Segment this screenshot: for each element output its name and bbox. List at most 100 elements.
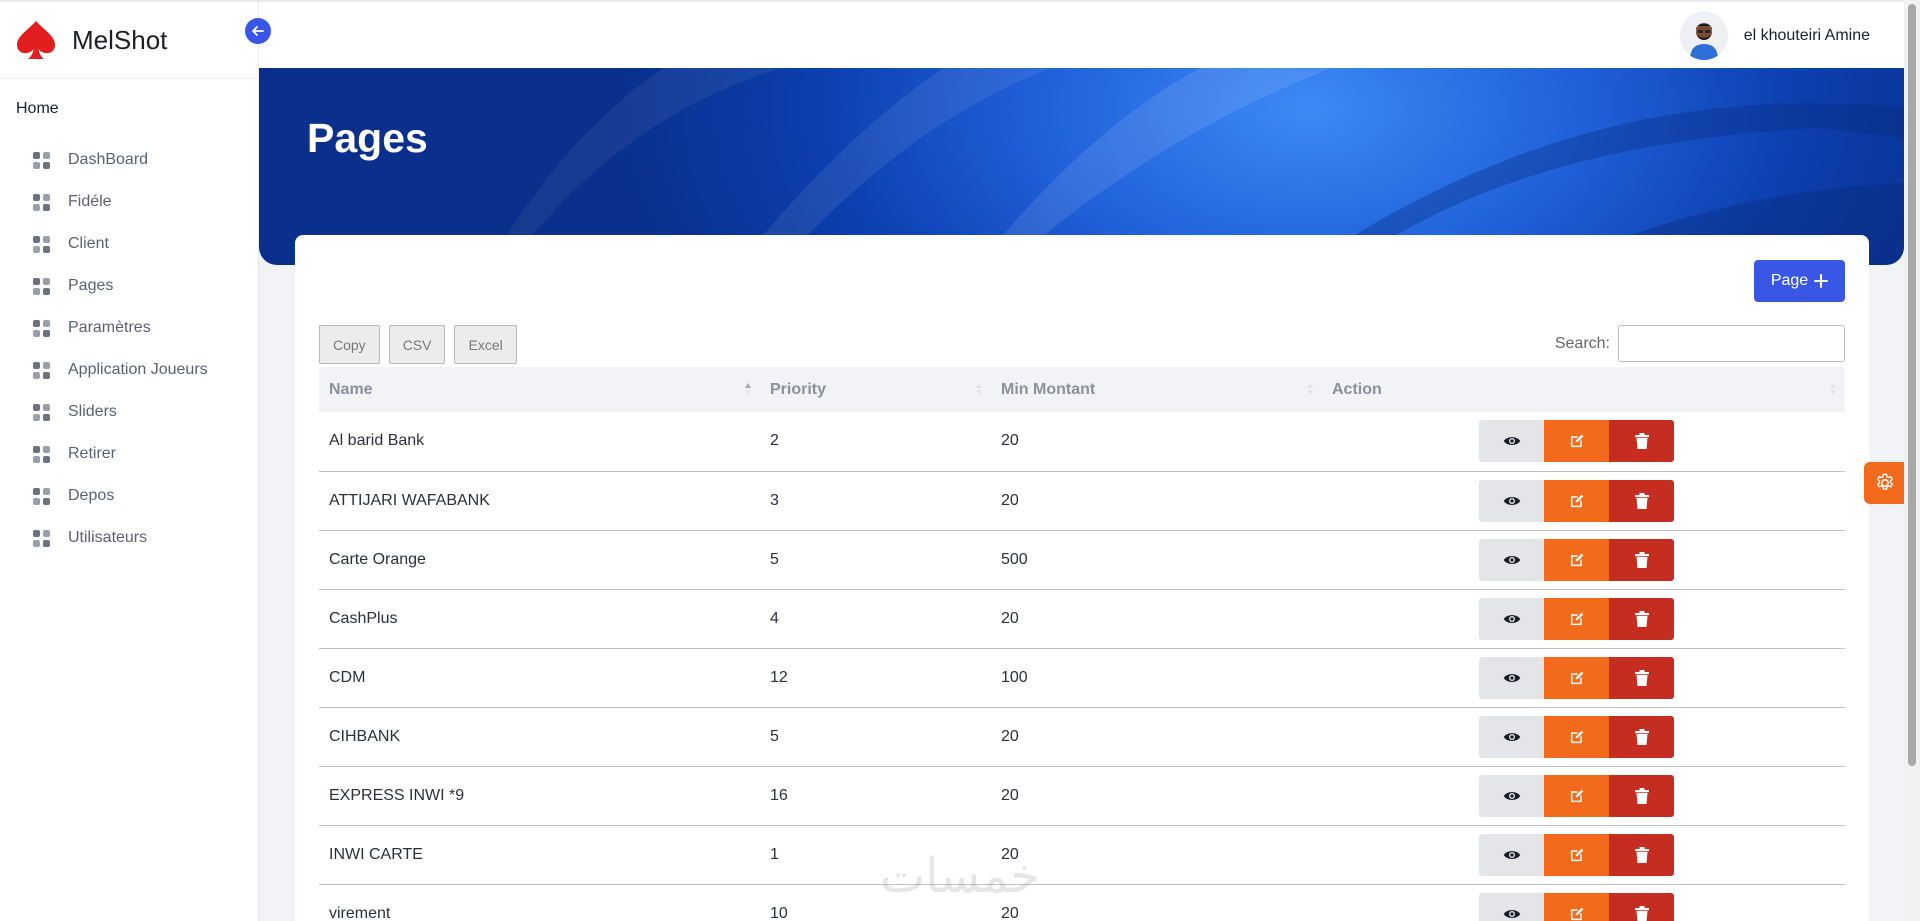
delete-button[interactable] xyxy=(1609,656,1674,699)
table-row: CashPlus 4 20 xyxy=(319,589,1845,649)
cell-min-montant: 20 xyxy=(991,766,1322,826)
sidebar-item-depos[interactable]: Depos xyxy=(0,475,258,517)
edit-button[interactable] xyxy=(1544,774,1609,817)
cell-actions xyxy=(1322,825,1845,885)
view-button[interactable] xyxy=(1479,774,1544,817)
row-actions xyxy=(1479,538,1845,581)
cell-priority: 16 xyxy=(760,766,991,826)
sidebar-item-label: Paramètres xyxy=(68,319,151,336)
watermark-logo: خمسات xyxy=(880,848,1040,904)
nav-section-home: Home xyxy=(16,100,59,117)
cell-actions xyxy=(1322,412,1845,472)
cell-min-montant: 500 xyxy=(991,530,1322,590)
delete-button[interactable] xyxy=(1609,420,1674,463)
search-input[interactable] xyxy=(1618,325,1845,362)
delete-button[interactable] xyxy=(1609,774,1674,817)
sidebar-item-label: Utilisateurs xyxy=(68,529,148,546)
eye-icon xyxy=(1503,905,1521,921)
edit-icon xyxy=(1569,788,1585,804)
column-header-label: Priority xyxy=(770,380,827,398)
cell-min-montant: 20 xyxy=(991,412,1322,472)
csv-button[interactable]: CSV xyxy=(388,325,446,364)
row-actions xyxy=(1479,715,1845,758)
column-header-action[interactable]: Action xyxy=(1322,367,1845,412)
grid-icon xyxy=(33,277,50,295)
table-row: virement 10 20 xyxy=(319,884,1845,921)
sidebar-item-label: Client xyxy=(68,235,109,252)
delete-button[interactable] xyxy=(1609,892,1674,921)
cell-name: EXPRESS INWI *9 xyxy=(319,766,760,826)
edit-button[interactable] xyxy=(1544,597,1609,640)
edit-button[interactable] xyxy=(1544,479,1609,522)
page-scrollbar[interactable] xyxy=(1904,0,1920,921)
cell-name: INWI CARTE xyxy=(319,825,760,885)
column-header-min-montant[interactable]: Min Montant xyxy=(991,367,1322,412)
row-actions xyxy=(1479,420,1845,463)
spade-icon xyxy=(14,18,58,62)
excel-button[interactable]: Excel xyxy=(454,325,517,364)
view-button[interactable] xyxy=(1479,833,1544,876)
grid-icon xyxy=(33,319,50,337)
edit-button[interactable] xyxy=(1544,420,1609,463)
eye-icon xyxy=(1503,846,1521,864)
sidebar-item-sliders[interactable]: Sliders xyxy=(0,391,258,433)
sidebar-item-label: Application Joueurs xyxy=(68,361,208,378)
cell-priority: 12 xyxy=(760,648,991,708)
sidebar-item-utilisateurs[interactable]: Utilisateurs xyxy=(0,517,258,559)
grid-icon xyxy=(33,529,50,547)
sidebar-item-parametres[interactable]: Paramètres xyxy=(0,307,258,349)
table-row: CIHBANK 5 20 xyxy=(319,707,1845,767)
table-row: Carte Orange 5 500 xyxy=(319,530,1845,590)
cell-name: Al barid Bank xyxy=(319,412,760,472)
trash-icon xyxy=(1634,610,1649,627)
sidebar-item-fidele[interactable]: Fidéle xyxy=(0,181,258,223)
edit-button[interactable] xyxy=(1544,538,1609,581)
sidebar-item-pages[interactable]: Pages xyxy=(0,265,258,307)
view-button[interactable] xyxy=(1479,479,1544,522)
table-row: ATTIJARI WAFABANK 3 20 xyxy=(319,471,1845,531)
page-title: Pages xyxy=(307,115,428,161)
delete-button[interactable] xyxy=(1609,715,1674,758)
sidebar-collapse-button[interactable] xyxy=(245,18,271,44)
column-header-priority[interactable]: Priority xyxy=(760,367,991,412)
cell-actions xyxy=(1322,648,1845,708)
cell-name: CIHBANK xyxy=(319,707,760,767)
view-button[interactable] xyxy=(1479,597,1544,640)
add-page-button[interactable]: Page xyxy=(1754,260,1845,302)
delete-button[interactable] xyxy=(1609,479,1674,522)
column-header-name[interactable]: Name xyxy=(319,367,760,412)
table-row: EXPRESS INWI *9 16 20 xyxy=(319,766,1845,826)
edit-button[interactable] xyxy=(1544,892,1609,921)
sidebar-item-client[interactable]: Client xyxy=(0,223,258,265)
edit-button[interactable] xyxy=(1544,656,1609,699)
delete-button[interactable] xyxy=(1609,538,1674,581)
edit-button[interactable] xyxy=(1544,833,1609,876)
trash-icon xyxy=(1634,728,1649,745)
copy-button[interactable]: Copy xyxy=(319,325,380,364)
delete-button[interactable] xyxy=(1609,597,1674,640)
column-header-label: Action xyxy=(1332,380,1382,398)
delete-button[interactable] xyxy=(1609,833,1674,876)
edit-icon xyxy=(1569,670,1585,686)
sidebar-item-dashboard[interactable]: DashBoard xyxy=(0,139,258,181)
view-button[interactable] xyxy=(1479,892,1544,921)
sidebar-item-retirer[interactable]: Retirer xyxy=(0,433,258,475)
edit-icon xyxy=(1569,493,1585,509)
edit-icon xyxy=(1569,906,1585,921)
scrollbar-thumb[interactable] xyxy=(1908,4,1916,766)
view-button[interactable] xyxy=(1479,715,1544,758)
eye-icon xyxy=(1503,610,1521,628)
sort-asc-icon xyxy=(745,383,751,395)
view-button[interactable] xyxy=(1479,656,1544,699)
brand[interactable]: MelShot xyxy=(0,0,258,79)
view-button[interactable] xyxy=(1479,538,1544,581)
edit-button[interactable] xyxy=(1544,715,1609,758)
sidebar-item-label: Sliders xyxy=(68,403,117,420)
sidebar-item-application-joueurs[interactable]: Application Joueurs xyxy=(0,349,258,391)
edit-icon xyxy=(1569,729,1585,745)
view-button[interactable] xyxy=(1479,420,1544,463)
plus-icon xyxy=(1814,274,1829,288)
user-menu[interactable]: el khouteiri Amine xyxy=(1679,12,1870,60)
settings-button[interactable] xyxy=(1864,462,1906,504)
sidebar-item-label: Depos xyxy=(68,487,115,504)
